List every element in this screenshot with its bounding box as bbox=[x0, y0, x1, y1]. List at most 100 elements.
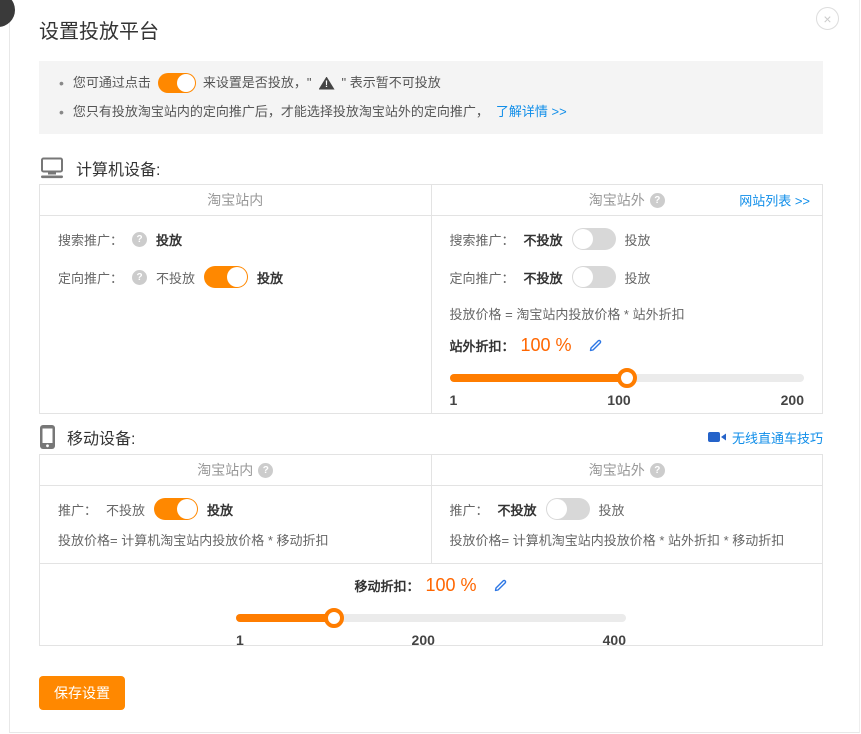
scale-min: 1 bbox=[450, 392, 458, 408]
mobile-discount-row: 移动折扣： 100 % 1 bbox=[40, 563, 822, 645]
learn-more-link[interactable]: 了解详情 >> bbox=[496, 102, 567, 122]
note-line-2: • 您只有投放淘宝站内的定向推广后，才能选择投放淘宝站外的定向推广， 了解详情 … bbox=[59, 102, 803, 122]
insite-target-toggle[interactable] bbox=[204, 266, 248, 288]
toggle-knob bbox=[573, 229, 593, 249]
offsite-target-on: 投放 bbox=[625, 268, 651, 287]
offsite-target-toggle[interactable] bbox=[572, 266, 616, 288]
slider-fill bbox=[450, 374, 627, 382]
mobile-offsite-off: 不投放 bbox=[498, 500, 537, 519]
slider-handle[interactable] bbox=[324, 608, 344, 628]
computer-out-header: 淘宝站外 ? 网站列表 >> bbox=[431, 185, 823, 215]
offsite-slider-scale: 1 100 200 bbox=[450, 392, 805, 408]
offsite-discount-slider bbox=[450, 368, 805, 388]
offsite-search-on: 投放 bbox=[625, 230, 651, 249]
mobile-insite-off: 不投放 bbox=[106, 500, 145, 519]
mobile-in-header: 淘宝站内 ? bbox=[40, 455, 431, 485]
computer-in-header-label: 淘宝站内 bbox=[207, 190, 263, 210]
insite-search-row: 搜索推广： ? 投放 bbox=[58, 224, 413, 254]
mobile-section-title: 移动设备: bbox=[39, 424, 135, 450]
insite-target-label: 定向推广： bbox=[58, 268, 123, 287]
site-list-link[interactable]: 网站列表 >> bbox=[739, 191, 810, 210]
save-button[interactable]: 保存设置 bbox=[39, 676, 125, 710]
mobile-out-header: 淘宝站外 ? bbox=[431, 455, 823, 485]
warning-icon: ! bbox=[319, 77, 335, 90]
insite-search-state: 投放 bbox=[156, 230, 182, 249]
help-icon[interactable]: ? bbox=[650, 193, 665, 208]
video-icon bbox=[708, 431, 727, 443]
bullet-icon: • bbox=[59, 102, 64, 122]
mobile-discount-value: 100 % bbox=[425, 575, 476, 596]
offsite-discount-value: 100 % bbox=[521, 335, 572, 356]
wireless-tips-link[interactable]: 无线直通车技巧 bbox=[708, 428, 823, 447]
mobile-offsite-on: 投放 bbox=[599, 500, 625, 519]
note2-text: 您只有投放淘宝站内的定向推广后，才能选择投放淘宝站外的定向推广， bbox=[73, 102, 489, 122]
offsite-target-row: 定向推广： 不投放 投放 bbox=[450, 262, 805, 292]
computer-insite-cell: 搜索推广： ? 投放 定向推广： ? 不投放 投放 bbox=[40, 216, 431, 413]
note1-post: " 表示暂不可投放 bbox=[342, 73, 441, 93]
scale-mid: 100 bbox=[607, 392, 630, 408]
scale-max: 200 bbox=[781, 392, 804, 408]
computer-table: 淘宝站内 淘宝站外 ? 网站列表 >> 搜索推广： ? 投放 bbox=[39, 184, 823, 414]
mobile-slider-scale: 1 200 400 bbox=[236, 632, 626, 648]
mobile-section-header: 移动设备: 无线直通车技巧 bbox=[39, 424, 823, 450]
mobile-table-body: 推广： 不投放 投放 投放价格= 计算机淘宝站内投放价格 * 移动折扣 推广： … bbox=[40, 486, 822, 563]
notes-box: • 您可通过点击 来设置是否投放，" ! " 表示暂不可投放 • 您只有投放淘宝… bbox=[39, 61, 823, 134]
insite-target-off: 不投放 bbox=[156, 268, 195, 287]
offsite-search-label: 搜索推广： bbox=[450, 230, 515, 249]
slider-handle[interactable] bbox=[617, 368, 637, 388]
computer-icon bbox=[39, 157, 65, 179]
toggle-knob bbox=[547, 499, 567, 519]
help-icon[interactable]: ? bbox=[132, 232, 147, 247]
mobile-out-header-label: 淘宝站外 bbox=[589, 460, 645, 480]
mobile-icon bbox=[39, 424, 56, 450]
toggle-knob bbox=[573, 267, 593, 287]
mobile-offsite-label: 推广： bbox=[450, 500, 489, 519]
mobile-offsite-formula: 投放价格= 计算机淘宝站内投放价格 * 站外折扣 * 移动折扣 bbox=[450, 532, 805, 550]
offsite-price-formula: 投放价格 = 淘宝站内投放价格 * 站外折扣 bbox=[450, 306, 805, 324]
note1-pre: 您可通过点击 bbox=[73, 73, 151, 93]
computer-section-header: 计算机设备: bbox=[39, 156, 823, 180]
help-icon[interactable]: ? bbox=[132, 270, 147, 285]
offsite-search-toggle[interactable] bbox=[572, 228, 616, 250]
insite-target-row: 定向推广： ? 不投放 投放 bbox=[58, 262, 413, 292]
note1-mid: 来设置是否投放，" bbox=[203, 73, 312, 93]
computer-table-header: 淘宝站内 淘宝站外 ? 网站列表 >> bbox=[40, 185, 822, 216]
mobile-discount-label: 移动折扣： bbox=[354, 576, 419, 595]
offsite-search-row: 搜索推广： 不投放 投放 bbox=[450, 224, 805, 254]
offsite-discount-label: 站外折扣： bbox=[450, 336, 515, 355]
computer-out-header-label: 淘宝站外 bbox=[589, 190, 645, 210]
help-icon[interactable]: ? bbox=[258, 463, 273, 478]
toggle-knob bbox=[227, 267, 247, 287]
mobile-insite-on: 投放 bbox=[207, 500, 233, 519]
help-icon[interactable]: ? bbox=[650, 463, 665, 478]
edit-icon[interactable] bbox=[588, 338, 603, 353]
mobile-insite-label: 推广： bbox=[58, 500, 97, 519]
offsite-discount-row: 站外折扣： 100 % bbox=[450, 332, 805, 358]
close-icon[interactable]: × bbox=[816, 7, 839, 30]
toggle-knob bbox=[177, 74, 195, 92]
dialog-content: 设置投放平台 • 您可通过点击 来设置是否投放，" ! " 表示暂不可投放 • … bbox=[10, 0, 859, 710]
mobile-insite-cell: 推广： 不投放 投放 投放价格= 计算机淘宝站内投放价格 * 移动折扣 bbox=[40, 486, 431, 563]
mobile-discount-slider bbox=[236, 608, 626, 628]
mobile-offsite-row: 推广： 不投放 投放 bbox=[450, 494, 805, 524]
mobile-insite-formula: 投放价格= 计算机淘宝站内投放价格 * 移动折扣 bbox=[58, 532, 413, 550]
note-line-1: • 您可通过点击 来设置是否投放，" ! " 表示暂不可投放 bbox=[59, 73, 803, 93]
computer-in-header: 淘宝站内 bbox=[40, 185, 431, 215]
computer-section-title: 计算机设备: bbox=[39, 156, 160, 180]
mobile-insite-row: 推广： 不投放 投放 bbox=[58, 494, 413, 524]
mobile-insite-toggle[interactable] bbox=[154, 498, 198, 520]
offsite-search-off: 不投放 bbox=[524, 230, 563, 249]
mobile-discount-line: 移动折扣： 100 % bbox=[40, 572, 822, 598]
scale-max: 400 bbox=[603, 632, 626, 648]
offsite-target-label: 定向推广： bbox=[450, 268, 515, 287]
edit-icon[interactable] bbox=[493, 578, 508, 593]
computer-offsite-cell: 搜索推广： 不投放 投放 定向推广： 不投放 投放 投放价格 = 淘宝站内投放价… bbox=[431, 216, 823, 413]
page-title: 设置投放平台 bbox=[39, 20, 831, 44]
offsite-target-off: 不投放 bbox=[524, 268, 563, 287]
settings-dialog: × 设置投放平台 • 您可通过点击 来设置是否投放，" ! " 表示暂不可投放 … bbox=[9, 0, 860, 733]
mobile-offsite-toggle[interactable] bbox=[546, 498, 590, 520]
wireless-tips-label: 无线直通车技巧 bbox=[732, 428, 823, 447]
mobile-in-header-label: 淘宝站内 bbox=[197, 460, 253, 480]
mobile-slider-wrap: 1 200 400 bbox=[236, 608, 626, 648]
scale-min: 1 bbox=[236, 632, 244, 648]
